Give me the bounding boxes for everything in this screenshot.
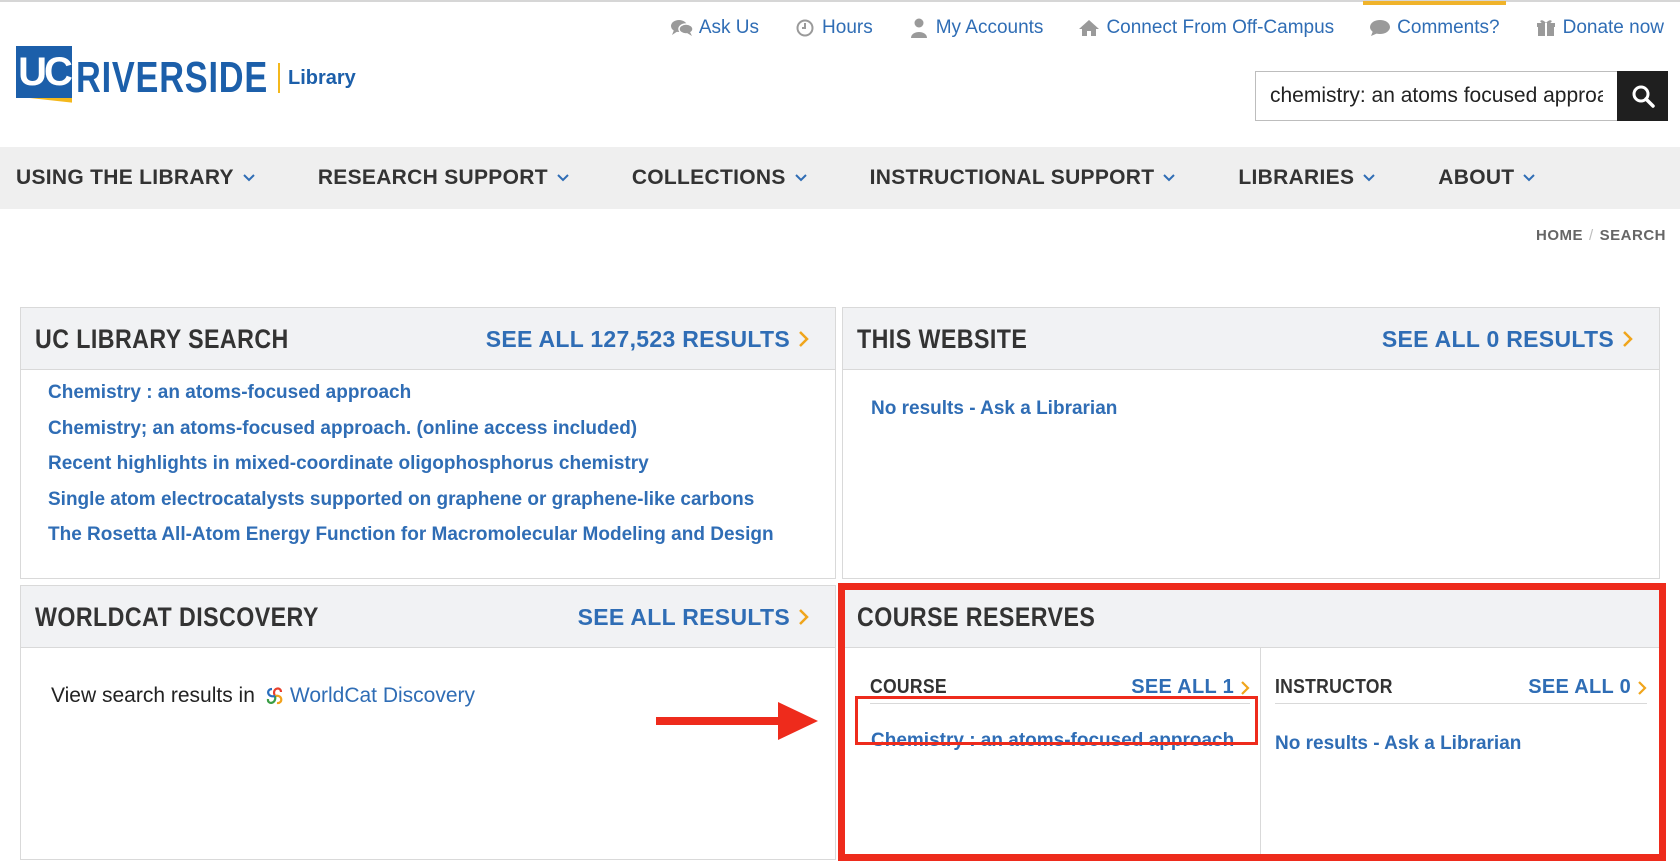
chevron-down-icon [794, 173, 808, 183]
utility-nav: Ask Us Hours My Accounts Connect From Of… [636, 1, 1664, 42]
logo-separator [278, 63, 280, 93]
worldcat-text: View search results in [51, 684, 255, 707]
nav-research-support[interactable]: RESEARCH SUPPORT [318, 166, 570, 190]
this-website-panel: THIS WEBSITE SEE ALL 0 RESULTS No result… [842, 307, 1660, 579]
see-all-label: SEE ALL 127,523 RESULTS [485, 325, 790, 352]
breadcrumb: HOME / SEARCH [1536, 227, 1666, 244]
nav-label: RESEARCH SUPPORT [317, 166, 548, 189]
see-all-label: SEE ALL 0 RESULTS [1381, 325, 1614, 352]
search-input[interactable] [1255, 71, 1617, 121]
breadcrumb-separator: / [1588, 227, 1594, 244]
chevron-down-icon [1522, 173, 1536, 183]
nav-label: LIBRARIES [1238, 166, 1355, 189]
search-button[interactable] [1617, 71, 1668, 121]
worldcat-line: View search results in WorldCat Discover… [51, 684, 475, 708]
chevron-down-icon [1362, 173, 1376, 183]
nav-about[interactable]: ABOUT [1438, 166, 1536, 190]
ask-us-label: Ask Us [698, 17, 760, 38]
gift-icon [1535, 18, 1557, 38]
panel-header: THIS WEBSITE SEE ALL 0 RESULTS [843, 308, 1659, 370]
clock-icon [794, 18, 816, 38]
uc-letters: UC [16, 46, 73, 98]
see-all-results-link[interactable]: SEE ALL 0 RESULTS [1382, 308, 1633, 370]
result-link[interactable]: The Rosetta All-Atom Energy Function for… [48, 525, 774, 561]
uc-library-search-panel: UC LIBRARY SEARCH SEE ALL 127,523 RESULT… [20, 307, 836, 579]
search-icon [1632, 85, 1655, 108]
annotation-highlight-result [855, 696, 1258, 745]
result-link[interactable]: Chemistry; an atoms-focused approach. (o… [48, 418, 774, 455]
hours-link[interactable]: Hours [794, 14, 873, 42]
worldcat-discovery-link[interactable]: WorldCat Discovery [290, 684, 475, 708]
results-list: Chemistry : an atoms-focused approach Ch… [48, 383, 774, 561]
my-accounts-label: My Accounts [935, 17, 1044, 38]
nav-label: USING THE LIBRARY [16, 166, 234, 189]
comment-icon [1369, 18, 1391, 38]
breadcrumb-current: SEARCH [1599, 227, 1666, 244]
donate-label: Donate now [1562, 17, 1664, 38]
nav-label: INSTRUCTIONAL SUPPORT [869, 166, 1155, 189]
breadcrumb-home[interactable]: HOME [1536, 227, 1583, 244]
comments-link[interactable]: Comments? [1363, 1, 1507, 42]
annotation-arrow-icon [656, 702, 818, 740]
result-link[interactable]: Chemistry : an atoms-focused approach [48, 383, 774, 419]
ask-librarian-link[interactable]: No results - Ask a Librarian [871, 398, 1117, 420]
panel-title: WORLDCAT DISCOVERY [35, 601, 319, 632]
result-link[interactable]: Single atom electrocatalysts supported o… [48, 489, 774, 526]
ask-us-link[interactable]: Ask Us [670, 14, 760, 42]
off-campus-link[interactable]: Connect From Off-Campus [1078, 14, 1334, 42]
uc-mark: UC [16, 44, 73, 112]
panel-header: UC LIBRARY SEARCH SEE ALL 127,523 RESULT… [21, 308, 835, 370]
chat-icon [670, 18, 693, 38]
nav-libraries[interactable]: LIBRARIES [1238, 166, 1376, 190]
panel-title: UC LIBRARY SEARCH [35, 323, 289, 354]
nav-label: COLLECTIONS [631, 166, 786, 189]
chevron-down-icon [1162, 173, 1176, 183]
off-campus-label: Connect From Off-Campus [1106, 17, 1335, 38]
site-search [1255, 71, 1668, 121]
nav-using-the-library[interactable]: USING THE LIBRARY [16, 166, 256, 190]
see-all-results-link[interactable]: SEE ALL RESULTS [578, 586, 809, 648]
nav-label: ABOUT [1438, 166, 1515, 189]
library-wordmark: Library [288, 66, 356, 89]
result-link[interactable]: Recent highlights in mixed-coordinate ol… [48, 454, 774, 490]
riverside-wordmark: RIVERSIDE [76, 53, 269, 102]
see-all-results-link[interactable]: SEE ALL 127,523 RESULTS [486, 308, 809, 370]
uc-riverside-library-logo[interactable]: UC RIVERSIDE Library [16, 44, 356, 112]
chevron-down-icon [556, 173, 570, 183]
panel-header: WORLDCAT DISCOVERY SEE ALL RESULTS [21, 586, 835, 648]
main-nav: USING THE LIBRARY RESEARCH SUPPORT COLLE… [0, 147, 1680, 209]
chevron-right-icon [798, 608, 809, 626]
panel-title: THIS WEBSITE [857, 323, 1028, 354]
hours-label: Hours [822, 17, 873, 38]
chevron-right-icon [1622, 330, 1633, 348]
user-icon [908, 18, 930, 38]
nav-instructional-support[interactable]: INSTRUCTIONAL SUPPORT [870, 166, 1177, 190]
nav-collections[interactable]: COLLECTIONS [632, 166, 808, 190]
donate-link[interactable]: Donate now [1535, 14, 1664, 42]
chevron-right-icon [798, 330, 809, 348]
chevron-down-icon [242, 173, 256, 183]
worldcat-logo-icon [263, 684, 287, 708]
home-icon [1078, 18, 1100, 38]
my-accounts-link[interactable]: My Accounts [908, 14, 1044, 42]
see-all-label: SEE ALL RESULTS [577, 603, 790, 630]
comments-label: Comments? [1397, 17, 1500, 38]
